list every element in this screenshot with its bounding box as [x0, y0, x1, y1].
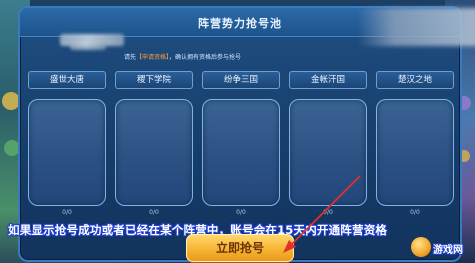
camp-count: 0/0 [149, 209, 159, 216]
notice-prefix: 请先 [124, 54, 137, 61]
camp-count: 0/0 [410, 209, 420, 216]
grab-number-button[interactable]: 立即抢号 [186, 234, 294, 262]
camp-slot-card[interactable] [28, 99, 106, 206]
camp-column-4[interactable]: 金帐汗国 0/0 [289, 71, 367, 216]
camp-count: 0/0 [323, 209, 333, 216]
camp-slot-card[interactable] [115, 99, 193, 206]
camp-slot-card[interactable] [202, 99, 280, 206]
qualification-notice: 请先【申请资格】，确认拥有资格后参与抢号 [124, 52, 241, 61]
camp-column-2[interactable]: 稷下学院 0/0 [115, 71, 193, 216]
camp-slot-card[interactable] [289, 99, 367, 206]
camp-count: 0/0 [236, 209, 246, 216]
watermark-text: 游戏网 [433, 245, 463, 256]
game-screen: 阵营势力抢号池 请先【申请资格】，确认拥有资格后参与抢号 盛世大唐 0/0 稷下… [0, 0, 475, 263]
camp-column-1[interactable]: 盛世大唐 0/0 [28, 71, 106, 216]
camp-name: 楚汉之地 [376, 71, 454, 89]
watermark: 游戏网 [411, 237, 467, 257]
apply-qualification-link[interactable]: 【申请资格】 [136, 54, 169, 61]
blurred-region [358, 8, 475, 46]
blurred-region [70, 42, 106, 50]
camp-name: 纷争三国 [202, 71, 280, 89]
camp-count: 0/0 [62, 209, 72, 216]
camp-column-3[interactable]: 纷争三国 0/0 [202, 71, 280, 216]
notice-suffix: ，确认拥有资格后参与抢号 [169, 54, 242, 61]
camp-slot-card[interactable] [376, 99, 454, 206]
camp-name: 盛世大唐 [28, 71, 106, 89]
watermark-logo-icon [411, 237, 431, 257]
camp-name: 金帐汗国 [289, 71, 367, 89]
camp-name: 稷下学院 [115, 71, 193, 89]
camp-column-5[interactable]: 楚汉之地 0/0 [376, 71, 454, 216]
